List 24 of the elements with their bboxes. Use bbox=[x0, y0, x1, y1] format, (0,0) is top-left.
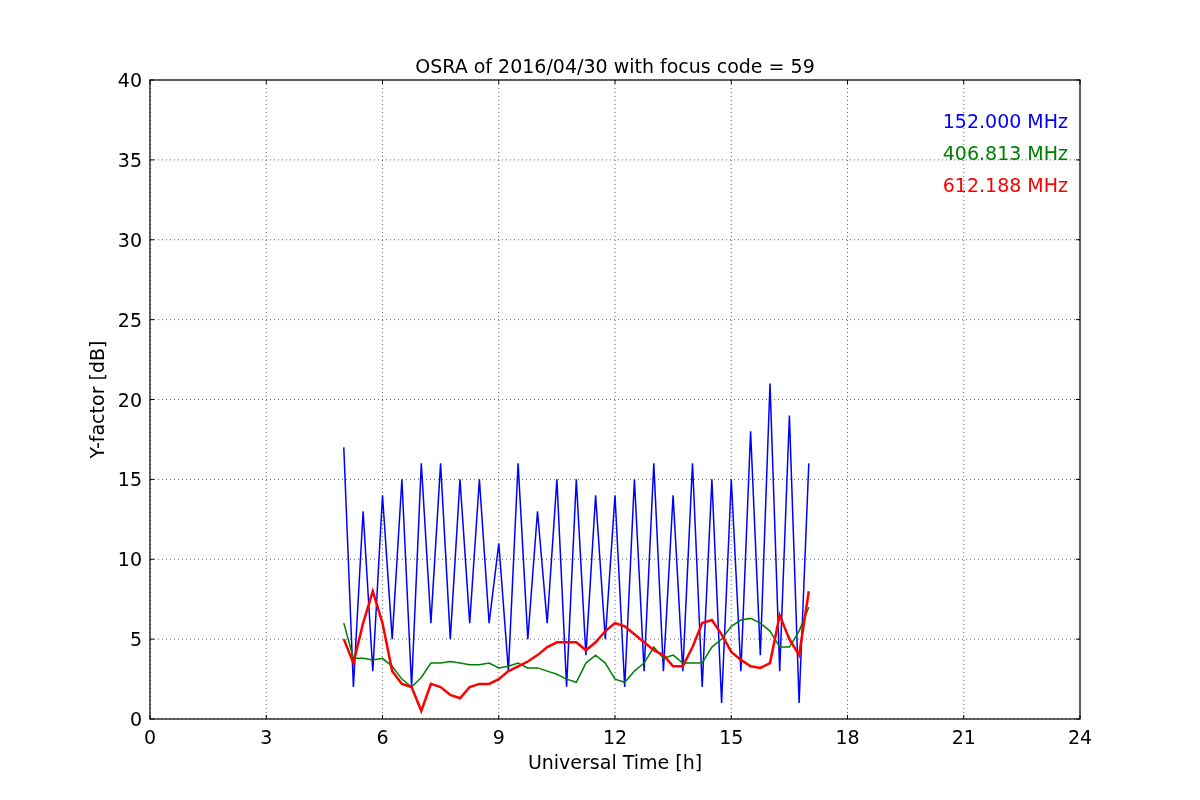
legend-label: 406.813 MHz bbox=[942, 142, 1068, 164]
chart-title: OSRA of 2016/04/30 with focus code = 59 bbox=[415, 55, 815, 77]
x-axis-label: Universal Time [h] bbox=[527, 751, 703, 773]
y-tick-label: 35 bbox=[117, 148, 142, 171]
y-tick-label: 10 bbox=[117, 548, 142, 571]
x-tick-label: 21 bbox=[951, 726, 976, 748]
y-tick-label: 40 bbox=[117, 69, 142, 91]
y-tick-label: 30 bbox=[117, 228, 142, 251]
legend-label: 612.188 MHz bbox=[942, 174, 1068, 196]
y-tick-label: 25 bbox=[117, 308, 142, 331]
y-axis-label: Y-factor [dB] bbox=[86, 340, 108, 459]
x-tick-label: 15 bbox=[719, 726, 744, 748]
x-tick-label: 12 bbox=[602, 726, 628, 748]
x-tick-label: 0 bbox=[143, 726, 157, 748]
x-tick-label: 3 bbox=[260, 726, 273, 748]
x-tick-label: 9 bbox=[492, 726, 505, 748]
x-tick-label: 18 bbox=[835, 726, 860, 748]
y-tick-label: 15 bbox=[117, 468, 142, 491]
y-tick-label: 5 bbox=[129, 628, 142, 651]
y-tick-label: 0 bbox=[129, 708, 142, 730]
x-tick-label: 24 bbox=[1067, 726, 1093, 748]
y-tick-label: 20 bbox=[117, 388, 142, 411]
x-tick-label: 6 bbox=[376, 726, 389, 748]
legend-label: 152.000 MHz bbox=[942, 110, 1068, 132]
